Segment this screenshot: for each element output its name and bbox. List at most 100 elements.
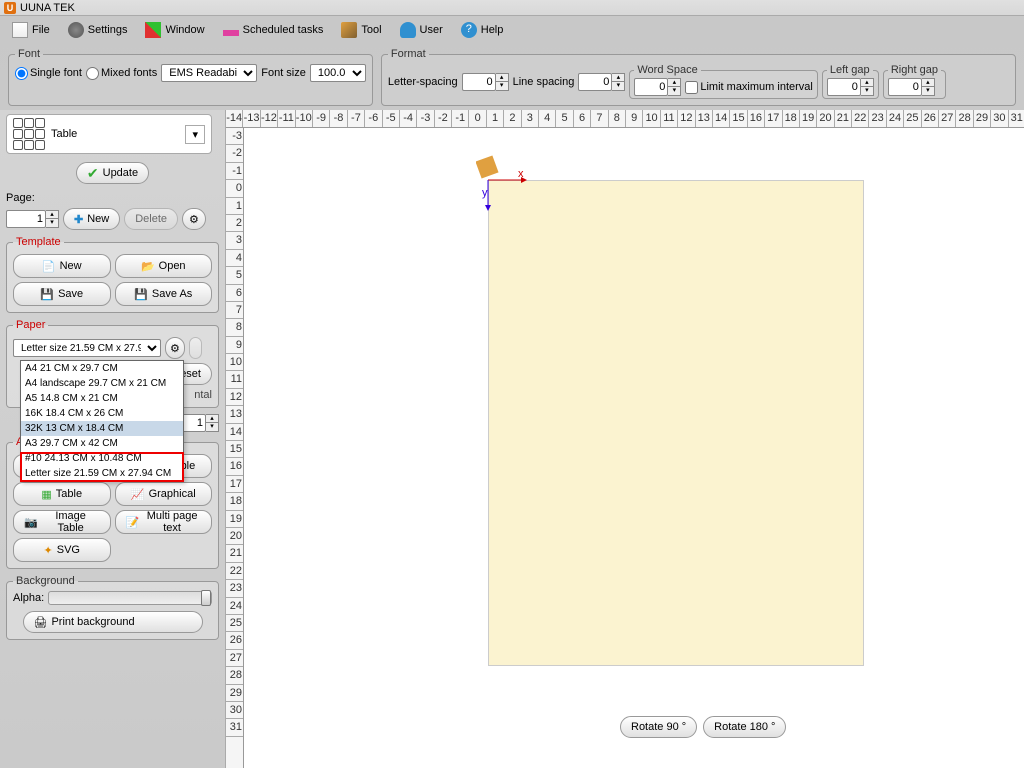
down-icon[interactable]: ▾	[861, 87, 873, 95]
menu-help[interactable]: ?Help	[455, 20, 510, 40]
paper-option[interactable]: Letter size 21.59 CM x 27.94 CM	[21, 466, 183, 481]
rotate-180-label: Rotate 180 °	[714, 721, 775, 733]
ruler-tick: 19	[226, 511, 244, 528]
update-button[interactable]: ✔Update	[76, 162, 149, 184]
alpha-slider[interactable]	[48, 591, 212, 605]
menu-settings-label: Settings	[88, 24, 128, 36]
paper-size-select[interactable]: Letter size 21.59 CM x 27.94 CM	[13, 339, 161, 357]
down-icon[interactable]: ▾	[668, 87, 680, 95]
help-icon: ?	[461, 22, 477, 38]
single-font-radio[interactable]: Single font	[15, 67, 82, 80]
template-saveas-button[interactable]: 💾Save As	[115, 282, 213, 306]
add-graphical-button[interactable]: 📈Graphical	[115, 482, 213, 506]
ruler-tick: 28	[956, 110, 973, 127]
canvas-area[interactable]: -14-13-12-11-10-9-8-7-6-5-4-3-2-10123456…	[226, 110, 1024, 768]
menu-user[interactable]: User	[394, 20, 449, 40]
gear-icon: ⚙	[170, 342, 180, 355]
ruler-tick: -1	[226, 163, 244, 180]
page-number-input[interactable]: ▴▾	[6, 210, 59, 228]
mixed-fonts-radio[interactable]: Mixed fonts	[86, 67, 157, 80]
add-graphical-label: Graphical	[149, 488, 196, 500]
ribbon: Font Single font Mixed fonts EMS Readabi…	[0, 44, 1024, 110]
update-label: Update	[103, 167, 138, 179]
add-multipage-button[interactable]: 📝Multi page text	[115, 510, 213, 534]
down-icon[interactable]: ▾	[612, 82, 624, 90]
ruler-tick: 5	[226, 267, 244, 284]
chevron-down-icon[interactable]: ▾	[185, 125, 205, 144]
line-spacing-input[interactable]: ▴▾	[578, 73, 625, 91]
template-open-label: Open	[159, 260, 186, 272]
slider-thumb[interactable]	[201, 590, 211, 606]
rotate-180-button[interactable]: Rotate 180 °	[703, 716, 786, 738]
paper-option[interactable]: A3 29.7 CM x 42 CM	[21, 436, 183, 451]
page-delete-button[interactable]: Delete	[124, 208, 178, 230]
format-panel: Format Letter-spacing ▴▾ Line spacing ▴▾…	[381, 48, 1016, 106]
element-type-combo[interactable]: Table ▾	[6, 114, 212, 154]
paper-option[interactable]: A5 14.8 CM x 21 CM	[21, 391, 183, 406]
add-svg-button[interactable]: ✦SVG	[13, 538, 111, 562]
up-icon[interactable]: ▴	[612, 74, 624, 82]
paper-size-dropdown[interactable]: A4 21 CM x 29.7 CMA4 landscape 29.7 CM x…	[20, 360, 184, 482]
up-icon[interactable]: ▴	[46, 211, 58, 219]
paper-extra-button[interactable]	[189, 337, 202, 359]
paper-option[interactable]: A4 21 CM x 29.7 CM	[21, 361, 183, 376]
down-icon[interactable]: ▾	[206, 423, 218, 431]
menu-window[interactable]: Window	[139, 20, 210, 40]
ruler-tick: 29	[226, 685, 244, 702]
ruler-tick: -1	[452, 110, 469, 127]
add-imagetable-button[interactable]: 📷Image Table	[13, 510, 111, 534]
down-icon[interactable]: ▾	[922, 87, 934, 95]
print-background-button[interactable]: 🖨Print background	[23, 611, 203, 633]
template-save-button[interactable]: 💾Save	[13, 282, 111, 306]
image-icon: 📷	[24, 516, 38, 529]
menu-settings[interactable]: Settings	[62, 20, 134, 40]
template-open-button[interactable]: 📂 Open	[115, 254, 213, 278]
menu-scheduled[interactable]: Scheduled tasks	[217, 22, 330, 38]
up-icon[interactable]: ▴	[922, 79, 934, 87]
user-icon	[400, 22, 416, 38]
right-gap-input[interactable]: ▴▾	[888, 78, 941, 96]
limit-checkbox[interactable]: Limit maximum interval	[685, 81, 812, 94]
paper-option[interactable]: 32K 13 CM x 18.4 CM	[21, 421, 183, 436]
up-icon[interactable]: ▴	[206, 415, 218, 423]
menu-tool-label: Tool	[361, 24, 381, 36]
font-family-select[interactable]: EMS Readability (20...	[161, 64, 257, 82]
ruler-tick: 22	[852, 110, 869, 127]
letter-spacing-input[interactable]: ▴▾	[462, 73, 509, 91]
ruler-tick: 16	[226, 458, 244, 475]
word-space-input[interactable]: ▴▾	[634, 78, 681, 96]
down-icon[interactable]: ▾	[46, 219, 58, 227]
up-icon[interactable]: ▴	[496, 74, 508, 82]
font-size-select[interactable]: 100.0	[310, 64, 366, 82]
add-svg-label: SVG	[57, 544, 80, 556]
grid-icon	[13, 118, 45, 150]
ruler-tick: 0	[226, 180, 244, 197]
up-icon[interactable]: ▴	[861, 79, 873, 87]
menu-tool[interactable]: Tool	[335, 20, 387, 40]
add-table-button[interactable]: ▦Table	[13, 482, 111, 506]
ruler-tick: 15	[226, 441, 244, 458]
ruler-tick: 30	[226, 702, 244, 719]
ruler-vertical: -3-2-10123456789101112131415161718192021…	[226, 128, 244, 768]
page-settings-button[interactable]: ⚙	[182, 208, 206, 230]
ruler-tick: 29	[974, 110, 991, 127]
ruler-tick: 10	[643, 110, 660, 127]
template-new-button[interactable]: 📄New	[13, 254, 111, 278]
paper-option[interactable]: #10 24.13 CM x 10.48 CM	[21, 451, 183, 466]
left-gap-input[interactable]: ▴▾	[827, 78, 874, 96]
paper-option[interactable]: A4 landscape 29.7 CM x 21 CM	[21, 376, 183, 391]
template-save-label: Save	[58, 288, 83, 300]
down-icon[interactable]: ▾	[496, 82, 508, 90]
rotate-90-button[interactable]: Rotate 90 °	[620, 716, 697, 738]
paper-option[interactable]: 16K 18.4 CM x 26 CM	[21, 406, 183, 421]
folder-open-icon: 📂	[141, 260, 155, 273]
menu-file[interactable]: File	[6, 20, 56, 40]
font-size-label: Font size	[261, 67, 306, 79]
up-icon[interactable]: ▴	[668, 79, 680, 87]
paper-page[interactable]	[488, 180, 864, 666]
ruler-tick: 11	[226, 371, 244, 388]
page-new-button[interactable]: ✚New	[63, 208, 120, 230]
mixed-fonts-label: Mixed fonts	[101, 67, 157, 79]
paper-settings-button[interactable]: ⚙	[165, 337, 185, 359]
ruler-tick: -4	[400, 110, 417, 127]
